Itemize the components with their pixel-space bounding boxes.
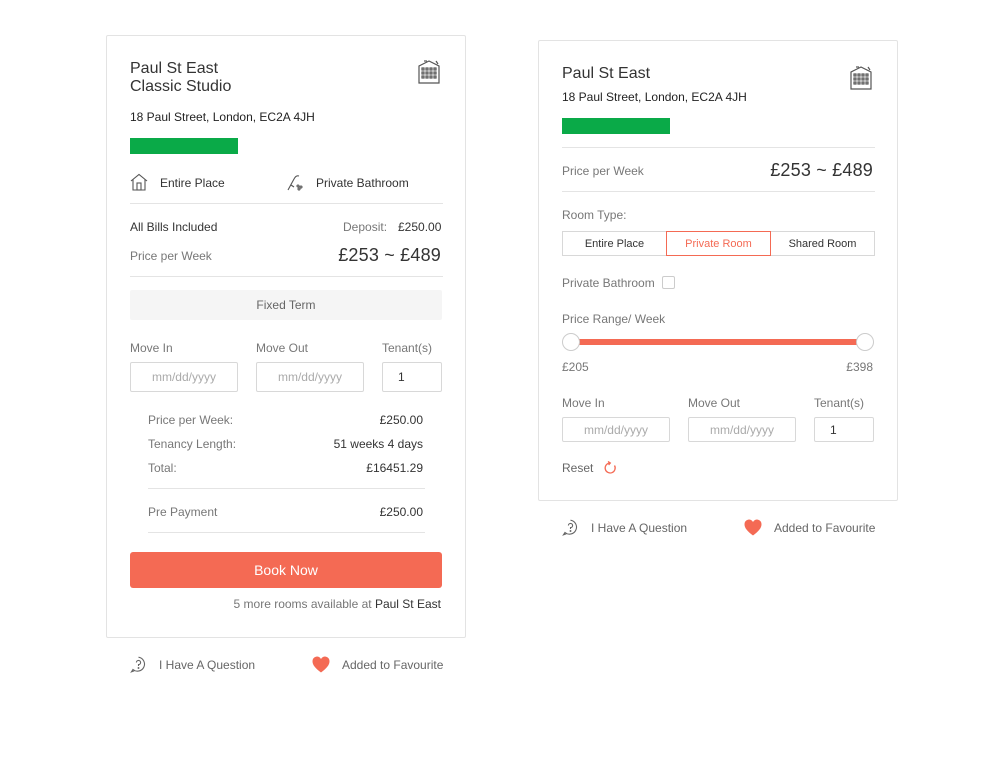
move-out-field[interactable]: mm/dd/yyyy xyxy=(688,417,796,442)
tenants-label: Tenant(s) xyxy=(814,396,865,410)
availability-bar xyxy=(130,138,238,154)
summary-tenancy-value: 51 weeks 4 days xyxy=(333,437,423,451)
price-per-week-label: Price per Week xyxy=(130,249,212,263)
tenants-field[interactable]: 1 xyxy=(382,362,442,392)
divider xyxy=(148,532,425,533)
divider xyxy=(562,147,875,148)
move-out-field[interactable]: mm/dd/yyyy xyxy=(256,362,364,392)
price-per-week-label: Price per Week xyxy=(562,164,644,178)
listing-card-filter: Paul St East 18 Paul Street, London, EC2… xyxy=(538,40,898,501)
favourite-toggle[interactable]: Added to Favourite xyxy=(312,656,443,673)
listing-title: Paul St East xyxy=(562,65,651,82)
deposit-label: Deposit: xyxy=(343,220,388,234)
private-bathroom-checkbox[interactable] xyxy=(662,276,675,289)
bills-included-label: All Bills Included xyxy=(130,220,218,234)
feature-entire-place: Entire Place xyxy=(160,176,225,190)
more-rooms-note: 5 more rooms available at Paul St East xyxy=(234,597,441,611)
room-type-entire-place[interactable]: Entire Place xyxy=(562,231,667,256)
move-in-label: Move In xyxy=(562,396,605,410)
favourite-toggle[interactable]: Added to Favourite xyxy=(744,519,875,536)
house-icon xyxy=(130,173,148,191)
divider xyxy=(130,203,443,204)
favourite-label: Added to Favourite xyxy=(342,657,444,672)
slider-max-value: £398 xyxy=(846,360,873,374)
price-range: £253 ~ £489 xyxy=(338,245,441,265)
divider xyxy=(562,191,875,192)
question-label: I Have A Question xyxy=(159,657,256,672)
move-out-label: Move Out xyxy=(688,396,741,410)
summary-total-label: Total: xyxy=(148,461,177,475)
listing-subtitle: Classic Studio xyxy=(130,78,232,95)
heart-icon xyxy=(744,519,762,536)
room-type-private-room[interactable]: Private Room xyxy=(666,231,771,256)
fixed-term-option[interactable]: Fixed Term xyxy=(130,290,442,320)
tenants-label: Tenant(s) xyxy=(382,341,433,355)
heart-icon xyxy=(312,656,330,673)
price-slider-track[interactable] xyxy=(571,339,866,345)
move-in-label: Move In xyxy=(130,341,173,355)
price-range: £253 ~ £489 xyxy=(770,160,873,180)
move-out-label: Move Out xyxy=(256,341,309,355)
summary-ppw-label: Price per Week: xyxy=(148,413,234,427)
question-link[interactable]: I Have A Question xyxy=(130,656,255,673)
reset-label: Reset xyxy=(562,461,594,475)
feature-private-bathroom: Private Bathroom xyxy=(316,176,409,190)
price-slider-min-handle[interactable] xyxy=(562,333,580,351)
question-label: I Have A Question xyxy=(591,520,688,535)
deposit-value: £250.00 xyxy=(398,220,442,234)
listing-address: 18 Paul Street, London, EC2A 4JH xyxy=(130,110,315,124)
shower-icon xyxy=(286,173,304,191)
listing-title: Paul St East xyxy=(130,60,219,77)
listing-card-detailed: Paul St East Classic Studio 18 Paul Stre… xyxy=(106,35,466,638)
building-icon xyxy=(417,58,441,84)
room-type-label: Room Type: xyxy=(562,208,627,222)
favourite-label: Added to Favourite xyxy=(774,520,876,535)
room-type-shared-room[interactable]: Shared Room xyxy=(770,231,875,256)
tenants-field[interactable]: 1 xyxy=(814,417,874,442)
divider xyxy=(148,488,425,489)
reset-button[interactable]: Reset xyxy=(562,461,617,475)
question-link[interactable]: I Have A Question xyxy=(562,519,687,536)
slider-min-value: £205 xyxy=(562,360,589,374)
question-bubble-icon xyxy=(130,656,147,673)
summary-prepay-value: £250.00 xyxy=(379,505,423,519)
summary-total-value: £16451.29 xyxy=(366,461,423,475)
price-range-label: Price Range/ Week xyxy=(562,312,666,326)
divider xyxy=(130,276,443,277)
book-now-button[interactable]: Book Now xyxy=(130,552,442,588)
move-in-field[interactable]: mm/dd/yyyy xyxy=(562,417,670,442)
summary-prepay-label: Pre Payment xyxy=(148,505,218,519)
more-rooms-link[interactable]: Paul St East xyxy=(375,597,441,611)
summary-tenancy-label: Tenancy Length: xyxy=(148,437,237,451)
availability-bar xyxy=(562,118,670,134)
price-slider-max-handle[interactable] xyxy=(856,333,874,351)
summary-ppw-value: £250.00 xyxy=(379,413,423,427)
listing-address: 18 Paul Street, London, EC2A 4JH xyxy=(562,90,747,104)
building-icon xyxy=(849,64,873,90)
private-bathroom-label: Private Bathroom xyxy=(562,276,655,290)
more-rooms-prefix: 5 more rooms available at xyxy=(233,597,372,611)
question-bubble-icon xyxy=(562,519,579,536)
move-in-field[interactable]: mm/dd/yyyy xyxy=(130,362,238,392)
refresh-icon xyxy=(603,461,617,475)
